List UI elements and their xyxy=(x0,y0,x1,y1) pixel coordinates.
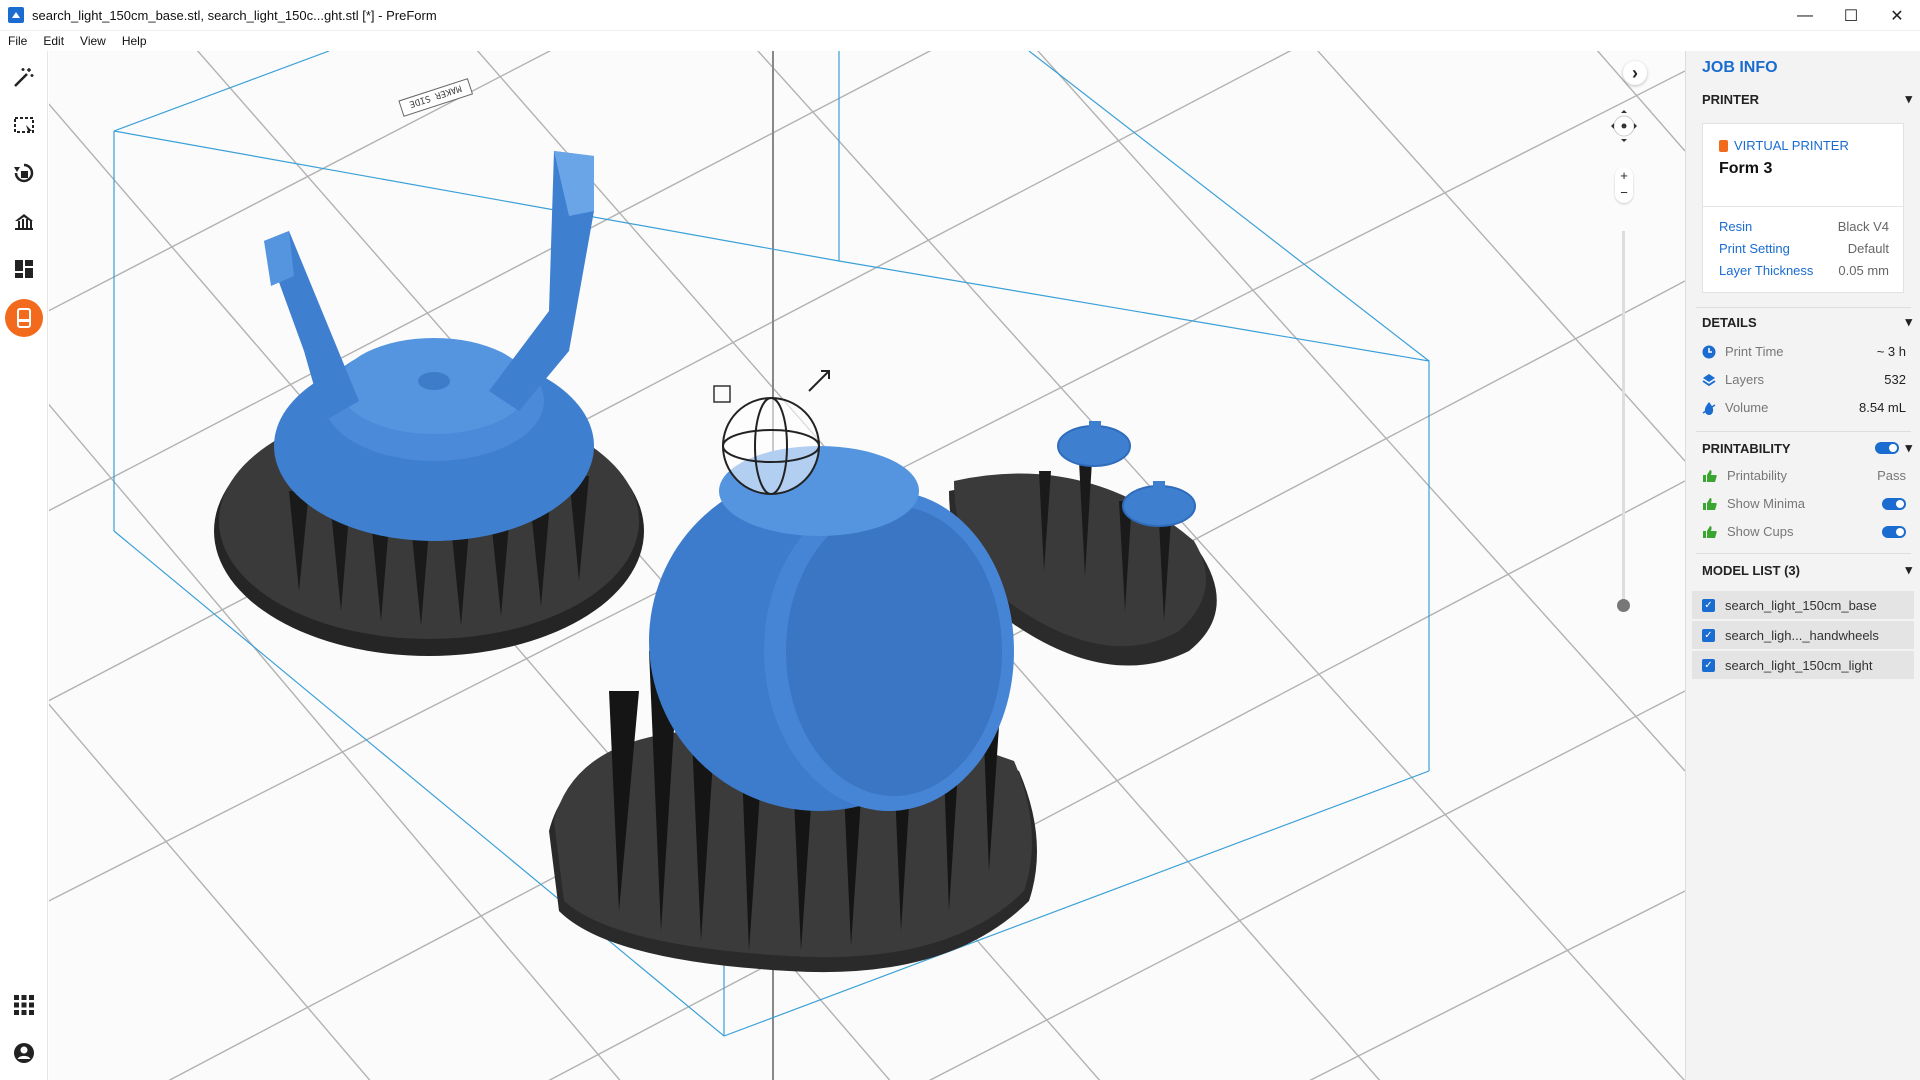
divider xyxy=(1696,431,1911,432)
model-name: search_light_150cm_light xyxy=(1725,657,1873,673)
model-checkbox[interactable]: ✓ xyxy=(1702,658,1715,672)
prop-key: Resin xyxy=(1719,219,1753,234)
preform-app-icon xyxy=(8,7,24,23)
show-minima-row: Show Minima xyxy=(1702,496,1906,511)
card-divider xyxy=(1703,206,1903,207)
printer-section-header[interactable]: PRINTER ▾ xyxy=(1702,91,1912,107)
model-name: search_ligh..._handwheels xyxy=(1725,627,1879,643)
printer-card[interactable]: VIRTUAL PRINTER Form 3 Resin Black V4 Pri… xyxy=(1702,123,1904,293)
model-list-item[interactable]: ✓ search_ligh..._handwheels xyxy=(1692,621,1914,649)
detail-value: 8.54 mL xyxy=(1859,400,1906,415)
view-rotate-control[interactable] xyxy=(1609,107,1639,145)
close-button[interactable]: ✕ xyxy=(1874,0,1920,31)
printability-heading: PRINTABILITY xyxy=(1702,440,1791,456)
printer-badge-icon xyxy=(1719,139,1728,152)
supports-icon[interactable] xyxy=(8,205,40,237)
printer-heading: PRINTER xyxy=(1702,91,1760,107)
detail-print-time: Print Time ~ 3 h xyxy=(1702,344,1906,359)
3d-viewport[interactable]: MAKER SIDE › + − xyxy=(49,51,1685,1080)
caret-down-icon: ▾ xyxy=(1905,91,1912,106)
detail-label: Layers xyxy=(1725,372,1765,387)
window-title: search_light_150cm_base.stl, search_ligh… xyxy=(32,7,437,23)
show-cups-toggle[interactable] xyxy=(1882,525,1906,538)
printability-value: Pass xyxy=(1877,468,1906,483)
divider xyxy=(1696,307,1911,308)
model-name: search_light_150cm_base xyxy=(1725,597,1877,613)
detail-layers: Layers 532 xyxy=(1702,372,1906,387)
zoom-out-button[interactable]: − xyxy=(1615,184,1633,201)
magic-wand-icon[interactable] xyxy=(8,61,40,93)
orientation-icon[interactable] xyxy=(8,157,40,189)
layers-icon xyxy=(1702,373,1716,386)
prop-key: Layer Thickness xyxy=(1719,263,1814,278)
build-platform-scene[interactable]: MAKER SIDE xyxy=(49,51,1685,1080)
model-checkbox[interactable]: ✓ xyxy=(1702,598,1715,612)
window-controls: — ☐ ✕ xyxy=(1782,0,1920,31)
show-cups-row: Show Cups xyxy=(1702,524,1906,539)
details-section-header[interactable]: DETAILS ▾ xyxy=(1702,314,1912,330)
virtual-printer-label: VIRTUAL PRINTER xyxy=(1719,138,1849,153)
printability-status: Printability Pass xyxy=(1702,468,1906,483)
clock-icon xyxy=(1702,345,1716,358)
detail-volume: Volume 8.54 mL xyxy=(1702,400,1906,415)
model-list-item[interactable]: ✓ search_light_150cm_light xyxy=(1692,651,1914,679)
layer-slider-handle[interactable] xyxy=(1617,599,1630,612)
printability-toggle[interactable] xyxy=(1875,442,1900,454)
prop-resin: Resin Black V4 xyxy=(1719,219,1889,234)
prop-value: Default xyxy=(1847,241,1889,256)
rotate-gizmo[interactable] xyxy=(722,397,820,495)
printer-model: Form 3 xyxy=(1719,160,1773,177)
model-checkbox[interactable]: ✓ xyxy=(1702,628,1715,642)
menu-view[interactable]: View xyxy=(72,34,114,48)
detail-label: Print Time xyxy=(1725,344,1784,359)
prop-value: Black V4 xyxy=(1837,219,1889,234)
prop-value: 0.05 mm xyxy=(1838,263,1889,278)
caret-down-icon: ▾ xyxy=(1905,440,1912,455)
show-cups-label: Show Cups xyxy=(1727,524,1794,539)
menu-edit[interactable]: Edit xyxy=(35,34,72,48)
left-toolbar xyxy=(0,51,48,1080)
panel-title: JOB INFO xyxy=(1702,59,1778,76)
show-minima-toggle[interactable] xyxy=(1882,497,1906,510)
title-bar: search_light_150cm_base.stl, search_ligh… xyxy=(0,0,1920,31)
printer-icon[interactable] xyxy=(5,299,43,337)
detail-label: Volume xyxy=(1725,400,1769,415)
thumbs-up-icon xyxy=(1703,469,1717,482)
layer-slider-track[interactable] xyxy=(1622,231,1625,601)
prop-layer-thickness: Layer Thickness 0.05 mm xyxy=(1719,263,1889,278)
model-list-item[interactable]: ✓ search_light_150cm_base xyxy=(1692,591,1914,619)
zoom-in-button[interactable]: + xyxy=(1615,167,1633,184)
account-icon[interactable] xyxy=(8,1037,40,1069)
caret-down-icon: ▾ xyxy=(1905,562,1912,577)
resin-drop-icon xyxy=(1702,401,1716,415)
caret-down-icon: ▾ xyxy=(1905,314,1912,329)
details-heading: DETAILS xyxy=(1702,314,1757,330)
box-select-icon[interactable] xyxy=(8,109,40,141)
detail-value: ~ 3 h xyxy=(1876,344,1906,359)
apps-grid-icon[interactable] xyxy=(8,989,40,1021)
model-list-section-header[interactable]: MODEL LIST (3) ▾ xyxy=(1702,562,1912,578)
minimize-button[interactable]: — xyxy=(1782,0,1828,31)
menu-file[interactable]: File xyxy=(0,34,35,48)
printer-type: VIRTUAL PRINTER xyxy=(1734,138,1849,153)
prop-key: Print Setting xyxy=(1719,241,1790,256)
printability-section-header[interactable]: PRINTABILITY ▾ xyxy=(1702,440,1912,456)
model-list-heading: MODEL LIST (3) xyxy=(1702,562,1800,578)
divider xyxy=(1696,553,1911,554)
maximize-button[interactable]: ☐ xyxy=(1828,0,1874,31)
menu-help[interactable]: Help xyxy=(114,34,155,48)
zoom-control[interactable]: + − xyxy=(1615,167,1633,203)
thumbs-up-icon xyxy=(1703,525,1717,538)
menu-bar: File Edit View Help xyxy=(0,31,1920,51)
thumbs-up-icon xyxy=(1703,497,1717,510)
printability-label: Printability xyxy=(1727,468,1787,483)
detail-value: 532 xyxy=(1884,372,1906,387)
prop-print-setting: Print Setting Default xyxy=(1719,241,1889,256)
layout-icon[interactable] xyxy=(8,253,40,285)
show-minima-label: Show Minima xyxy=(1727,496,1806,511)
job-info-panel: JOB INFO PRINTER ▾ VIRTUAL PRINTER Form … xyxy=(1685,51,1920,1080)
expand-panel-button[interactable]: › xyxy=(1623,61,1647,85)
